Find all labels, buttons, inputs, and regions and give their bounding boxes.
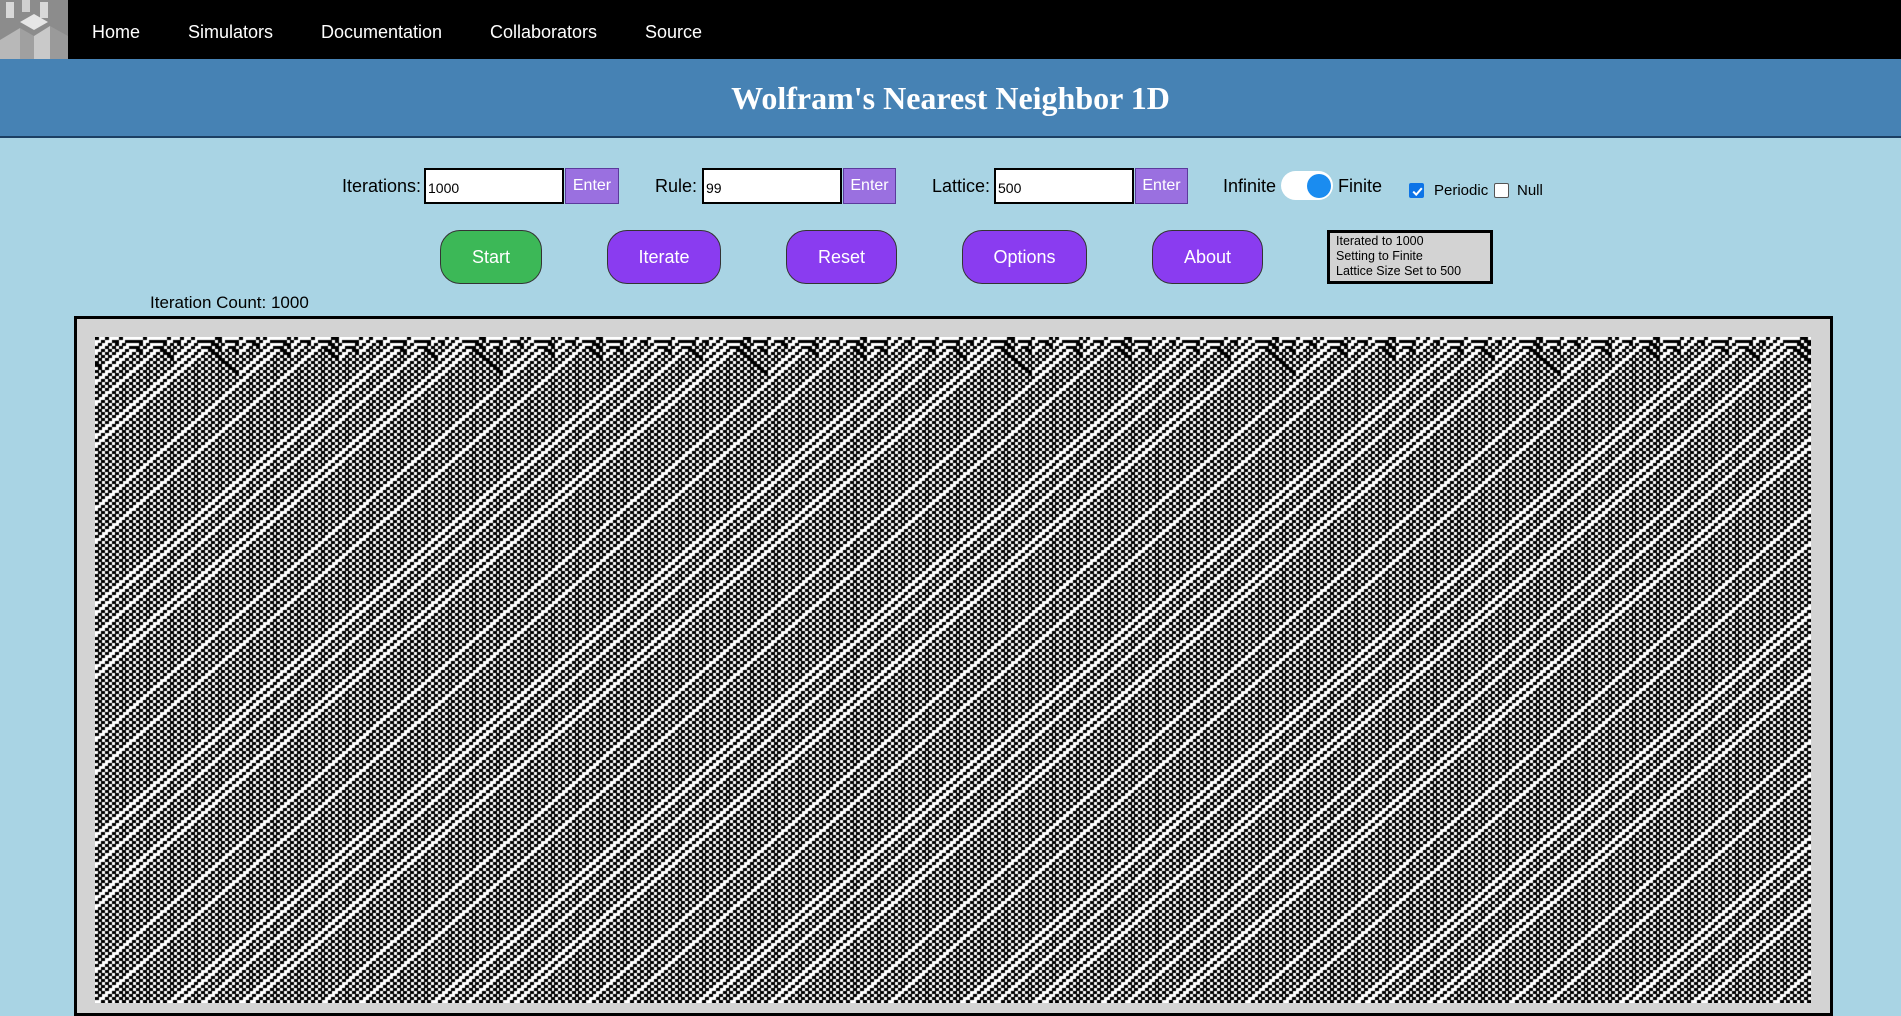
page-title: Wolfram's Nearest Neighbor 1D — [731, 80, 1170, 116]
toggle-knob — [1307, 174, 1331, 198]
nav-simulators-link[interactable]: Simulators — [188, 0, 273, 59]
lattice-input[interactable] — [994, 168, 1134, 204]
periodic-checkbox[interactable] — [1409, 183, 1424, 198]
iterations-enter-button[interactable]: Enter — [565, 168, 619, 204]
castle-logo-icon[interactable] — [0, 0, 68, 59]
automaton-canvas[interactable] — [95, 337, 1811, 1003]
status-line: Setting to Finite — [1336, 249, 1423, 263]
null-checkbox[interactable] — [1494, 183, 1509, 198]
iteration-count: Iteration Count: 1000 — [150, 293, 309, 312]
lattice-enter-button[interactable]: Enter — [1135, 168, 1188, 204]
boundary-toggle-switch[interactable] — [1281, 171, 1333, 200]
nav-source-link[interactable]: Source — [645, 0, 702, 59]
status-line: Lattice Size Set to 500 — [1336, 264, 1462, 278]
nav-home-link[interactable]: Home — [92, 0, 140, 59]
rule-enter-button[interactable]: Enter — [843, 168, 896, 204]
reset-button[interactable]: Reset — [786, 230, 897, 284]
periodic-label: Periodic — [1434, 182, 1489, 199]
options-button[interactable]: Options — [962, 230, 1087, 284]
status-log: Iterated to 1000 Setting to Finite Latti… — [1327, 230, 1493, 284]
status-line: Iterated to 1000 — [1336, 234, 1424, 248]
top-nav: Home Simulators Documentation Collaborat… — [0, 0, 1901, 59]
nav-collaborators-link[interactable]: Collaborators — [490, 0, 597, 59]
rule-input[interactable] — [702, 168, 842, 204]
rule-label: Rule: — [655, 176, 698, 196]
null-label: Null — [1517, 182, 1543, 199]
nav-documentation-link[interactable]: Documentation — [321, 0, 442, 59]
about-button[interactable]: About — [1152, 230, 1263, 284]
lattice-label: Lattice: — [932, 176, 991, 196]
infinite-label: Infinite — [1223, 176, 1277, 196]
iterate-button[interactable]: Iterate — [607, 230, 721, 284]
start-button[interactable]: Start — [440, 230, 542, 284]
finite-label: Finite — [1338, 176, 1383, 196]
iterations-label: Iterations: — [342, 176, 422, 196]
title-banner: Wolfram's Nearest Neighbor 1D — [0, 59, 1901, 138]
iterations-input[interactable] — [424, 168, 564, 204]
